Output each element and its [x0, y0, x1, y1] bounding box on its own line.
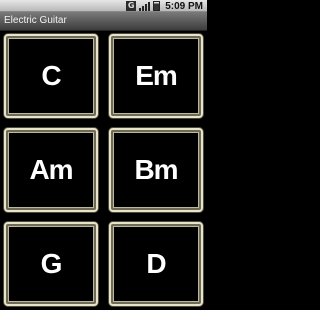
chord-label: D: [146, 248, 166, 279]
chord-label: C: [41, 60, 61, 91]
battery-icon: [153, 1, 161, 11]
app-title-bar: Electric Guitar: [0, 12, 207, 31]
status-bar: G 5:09 PM: [0, 0, 207, 12]
chord-button-g[interactable]: G: [4, 222, 98, 306]
status-icons: G 5:09 PM: [126, 0, 203, 12]
usb-debug-icon: G: [126, 1, 137, 11]
chord-label: Am: [29, 154, 73, 185]
signal-icon: [139, 1, 151, 11]
chord-button-bm[interactable]: Bm: [109, 128, 203, 212]
chord-button-d[interactable]: D: [109, 222, 203, 306]
chord-label: G: [40, 248, 63, 279]
app-title: Electric Guitar: [4, 15, 67, 26]
status-time: 5:09 PM: [165, 0, 203, 12]
chord-label: Em: [135, 60, 178, 91]
chord-button-c[interactable]: C: [4, 34, 98, 118]
chord-button-am[interactable]: Am: [4, 128, 98, 212]
chord-label: Bm: [134, 154, 178, 185]
chord-button-em[interactable]: Em: [109, 34, 203, 118]
